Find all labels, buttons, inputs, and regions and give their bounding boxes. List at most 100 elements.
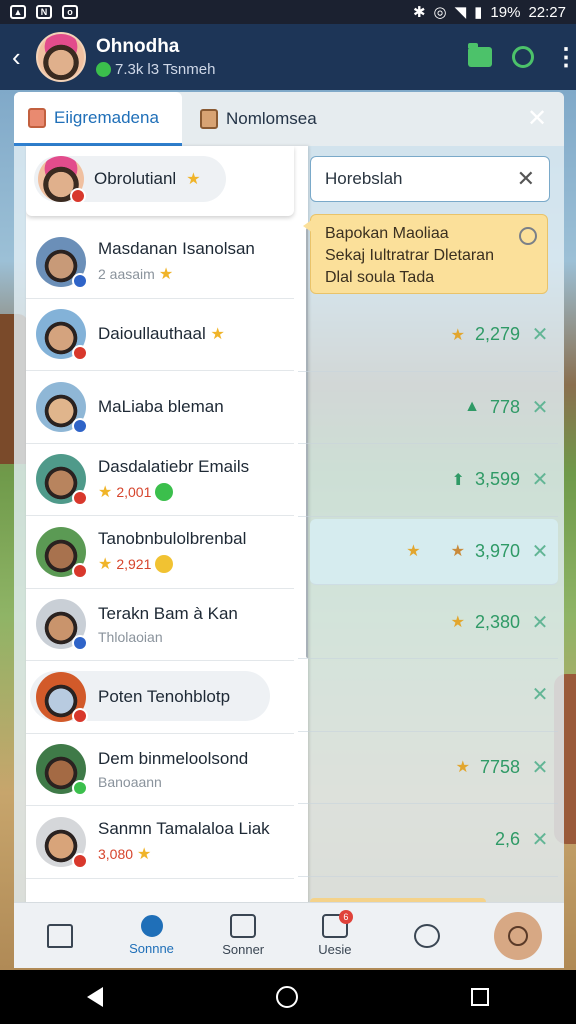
- folder-icon[interactable]: [468, 43, 492, 67]
- score-column: ★ 2,279 ✕ ▲ 778 ✕ ⬆ 3,599 ✕ ★ ★ 3,970 ✕ ★ 2,380 ✕ ✕ ★ 7758…: [298, 299, 558, 877]
- list-item[interactable]: Daioullauthaal ★: [26, 299, 294, 371]
- home-icon: [46, 923, 73, 948]
- remove-icon[interactable]: ✕: [530, 827, 550, 852]
- card-icon: [200, 109, 218, 129]
- tooltip-line: Bapokan Maoliaa: [325, 225, 449, 242]
- friend-name: MaLiaba bleman: [98, 396, 224, 416]
- nav-label: Sonnne: [129, 941, 174, 956]
- tab-nomlomsea[interactable]: Nomlomsea: [186, 92, 386, 146]
- list-item[interactable]: Dem binmeloolsond Banoaann: [26, 734, 294, 806]
- remove-icon[interactable]: ✕: [530, 322, 550, 347]
- camera-icon[interactable]: [512, 46, 534, 68]
- friend-subtitle: 3,080 ★: [98, 846, 152, 864]
- remove-icon[interactable]: ✕: [530, 755, 550, 780]
- clear-search-icon[interactable]: ✕: [517, 166, 535, 192]
- friend-subtitle: 2 aasaim ★: [98, 266, 174, 284]
- status-badge: [70, 188, 86, 204]
- star-icon: ★: [98, 483, 113, 501]
- score-row: ★ ★ 3,970 ✕: [310, 518, 558, 585]
- status-badge: [72, 490, 88, 507]
- list-item[interactable]: MaLiaba bleman: [26, 371, 294, 444]
- at-icon: [413, 923, 440, 948]
- stamp-icon: [230, 914, 257, 938]
- star-icon: ★: [450, 614, 465, 632]
- system-home-icon[interactable]: [275, 986, 298, 1008]
- list-item[interactable]: Poten Tenohblotp: [26, 661, 294, 734]
- contact-avatar[interactable]: [36, 32, 86, 82]
- friend-name: Dasdalatiebr Emails: [98, 456, 250, 476]
- arrow-icon: ⬆: [451, 471, 465, 489]
- battery-level: 19%: [490, 3, 521, 21]
- nav-item-search[interactable]: Sonnne: [106, 915, 198, 956]
- more-options-icon[interactable]: ⋮: [554, 43, 576, 72]
- compass-icon[interactable]: [519, 227, 537, 245]
- tab-eiigremadena[interactable]: Eiigremadena: [14, 92, 182, 146]
- online-status-icon: [96, 62, 111, 77]
- selected-friend-chip[interactable]: Obrolutianl ★: [34, 156, 226, 204]
- friend-subtitle: Banoaann: [98, 773, 162, 790]
- remove-icon[interactable]: ✕: [530, 682, 550, 707]
- star-icon: ★: [210, 326, 225, 344]
- avatar: [38, 156, 86, 204]
- avatar: [36, 454, 88, 507]
- status-badge: [72, 707, 88, 724]
- friend-list: Obrolutianl ★ Masdanan Isanolsan 2 aasaim…: [26, 146, 308, 926]
- clock: 22:27: [528, 3, 566, 21]
- nav-item-at[interactable]: [381, 923, 473, 948]
- alarm-icon: ◎: [433, 4, 447, 21]
- list-item[interactable]: Sanmn Tamalaloa Liak 3,080 ★: [26, 806, 294, 879]
- friend-name: Poten Tenohblotp: [98, 686, 231, 706]
- list-item[interactable]: Terakn Bam à Kan Thlolaoian: [26, 589, 294, 661]
- system-back-icon[interactable]: [86, 987, 103, 1007]
- list-item[interactable]: Tanobnbulolbrenbal ★ 2,921: [26, 516, 294, 589]
- search-input[interactable]: Horebslah ✕: [310, 156, 550, 202]
- profile-icon: [494, 911, 543, 960]
- nav-item-people[interactable]: 6 Uesie: [289, 910, 381, 957]
- nav-item-stamp[interactable]: Sonner: [197, 914, 289, 957]
- book-icon: [28, 107, 46, 128]
- panel-tabs: Eiigremadena Nomlomsea ✕: [14, 92, 564, 146]
- star-icon: ★: [406, 543, 421, 560]
- score-value: 778: [489, 396, 520, 417]
- star-icon: ★: [455, 759, 470, 777]
- score-row: ▲ 778 ✕: [298, 372, 558, 444]
- friend-subtitle: ★ 2,921: [98, 554, 246, 574]
- back-button[interactable]: ‹: [12, 42, 32, 73]
- friend-subtitle: Thlolaoian: [98, 628, 163, 645]
- bluetooth-icon: ✱: [412, 4, 426, 21]
- list-item[interactable]: Masdanan Isanolsan 2 aasaim ★: [26, 226, 294, 299]
- star-icon: ★: [158, 266, 174, 284]
- bottom-nav: Sonnne Sonner 6 Uesie: [14, 902, 564, 968]
- avatar: [36, 526, 88, 579]
- avatar: [36, 744, 88, 797]
- friend-name: Dem binmeloolsond: [98, 748, 249, 768]
- tooltip-line: Dlal soula Tada: [325, 269, 435, 286]
- gem-icon: [155, 482, 174, 501]
- status-badge: [72, 272, 88, 289]
- close-icon[interactable]: ✕: [524, 106, 550, 132]
- contact-subtitle: l3 Tsnmeh: [147, 61, 216, 78]
- score-value: 2,6: [494, 829, 520, 850]
- search-icon: [140, 915, 163, 937]
- score-value: 7758: [479, 756, 520, 777]
- contact-name: Ohnodha: [96, 36, 180, 57]
- remove-icon[interactable]: ✕: [530, 467, 550, 492]
- friend-name: Daioullauthaal ★: [98, 324, 225, 344]
- score-row: ⬆ 3,599 ✕: [298, 444, 558, 517]
- remove-icon[interactable]: ✕: [530, 539, 550, 564]
- info-tooltip: Bapokan Maoliaa Sekaj Iultratrar Dletara…: [303, 214, 548, 294]
- person-icon: ▲: [464, 398, 480, 416]
- avatar: [36, 381, 88, 434]
- nav-item-home[interactable]: [14, 923, 106, 948]
- avatar: [36, 816, 88, 869]
- remove-icon[interactable]: ✕: [530, 395, 550, 420]
- coin-icon: [155, 555, 174, 574]
- list-item[interactable]: Dasdalatiebr Emails ★ 2,001: [26, 444, 294, 516]
- system-recents-icon[interactable]: [471, 988, 490, 1006]
- friend-name: Sanmn Tamalaloa Liak: [98, 819, 270, 839]
- nav-label: Uesie: [318, 942, 352, 957]
- avatar: [36, 309, 88, 362]
- friend-name: Masdanan Isanolsan: [98, 239, 255, 259]
- remove-icon[interactable]: ✕: [530, 610, 550, 635]
- nav-item-profile[interactable]: [472, 911, 564, 960]
